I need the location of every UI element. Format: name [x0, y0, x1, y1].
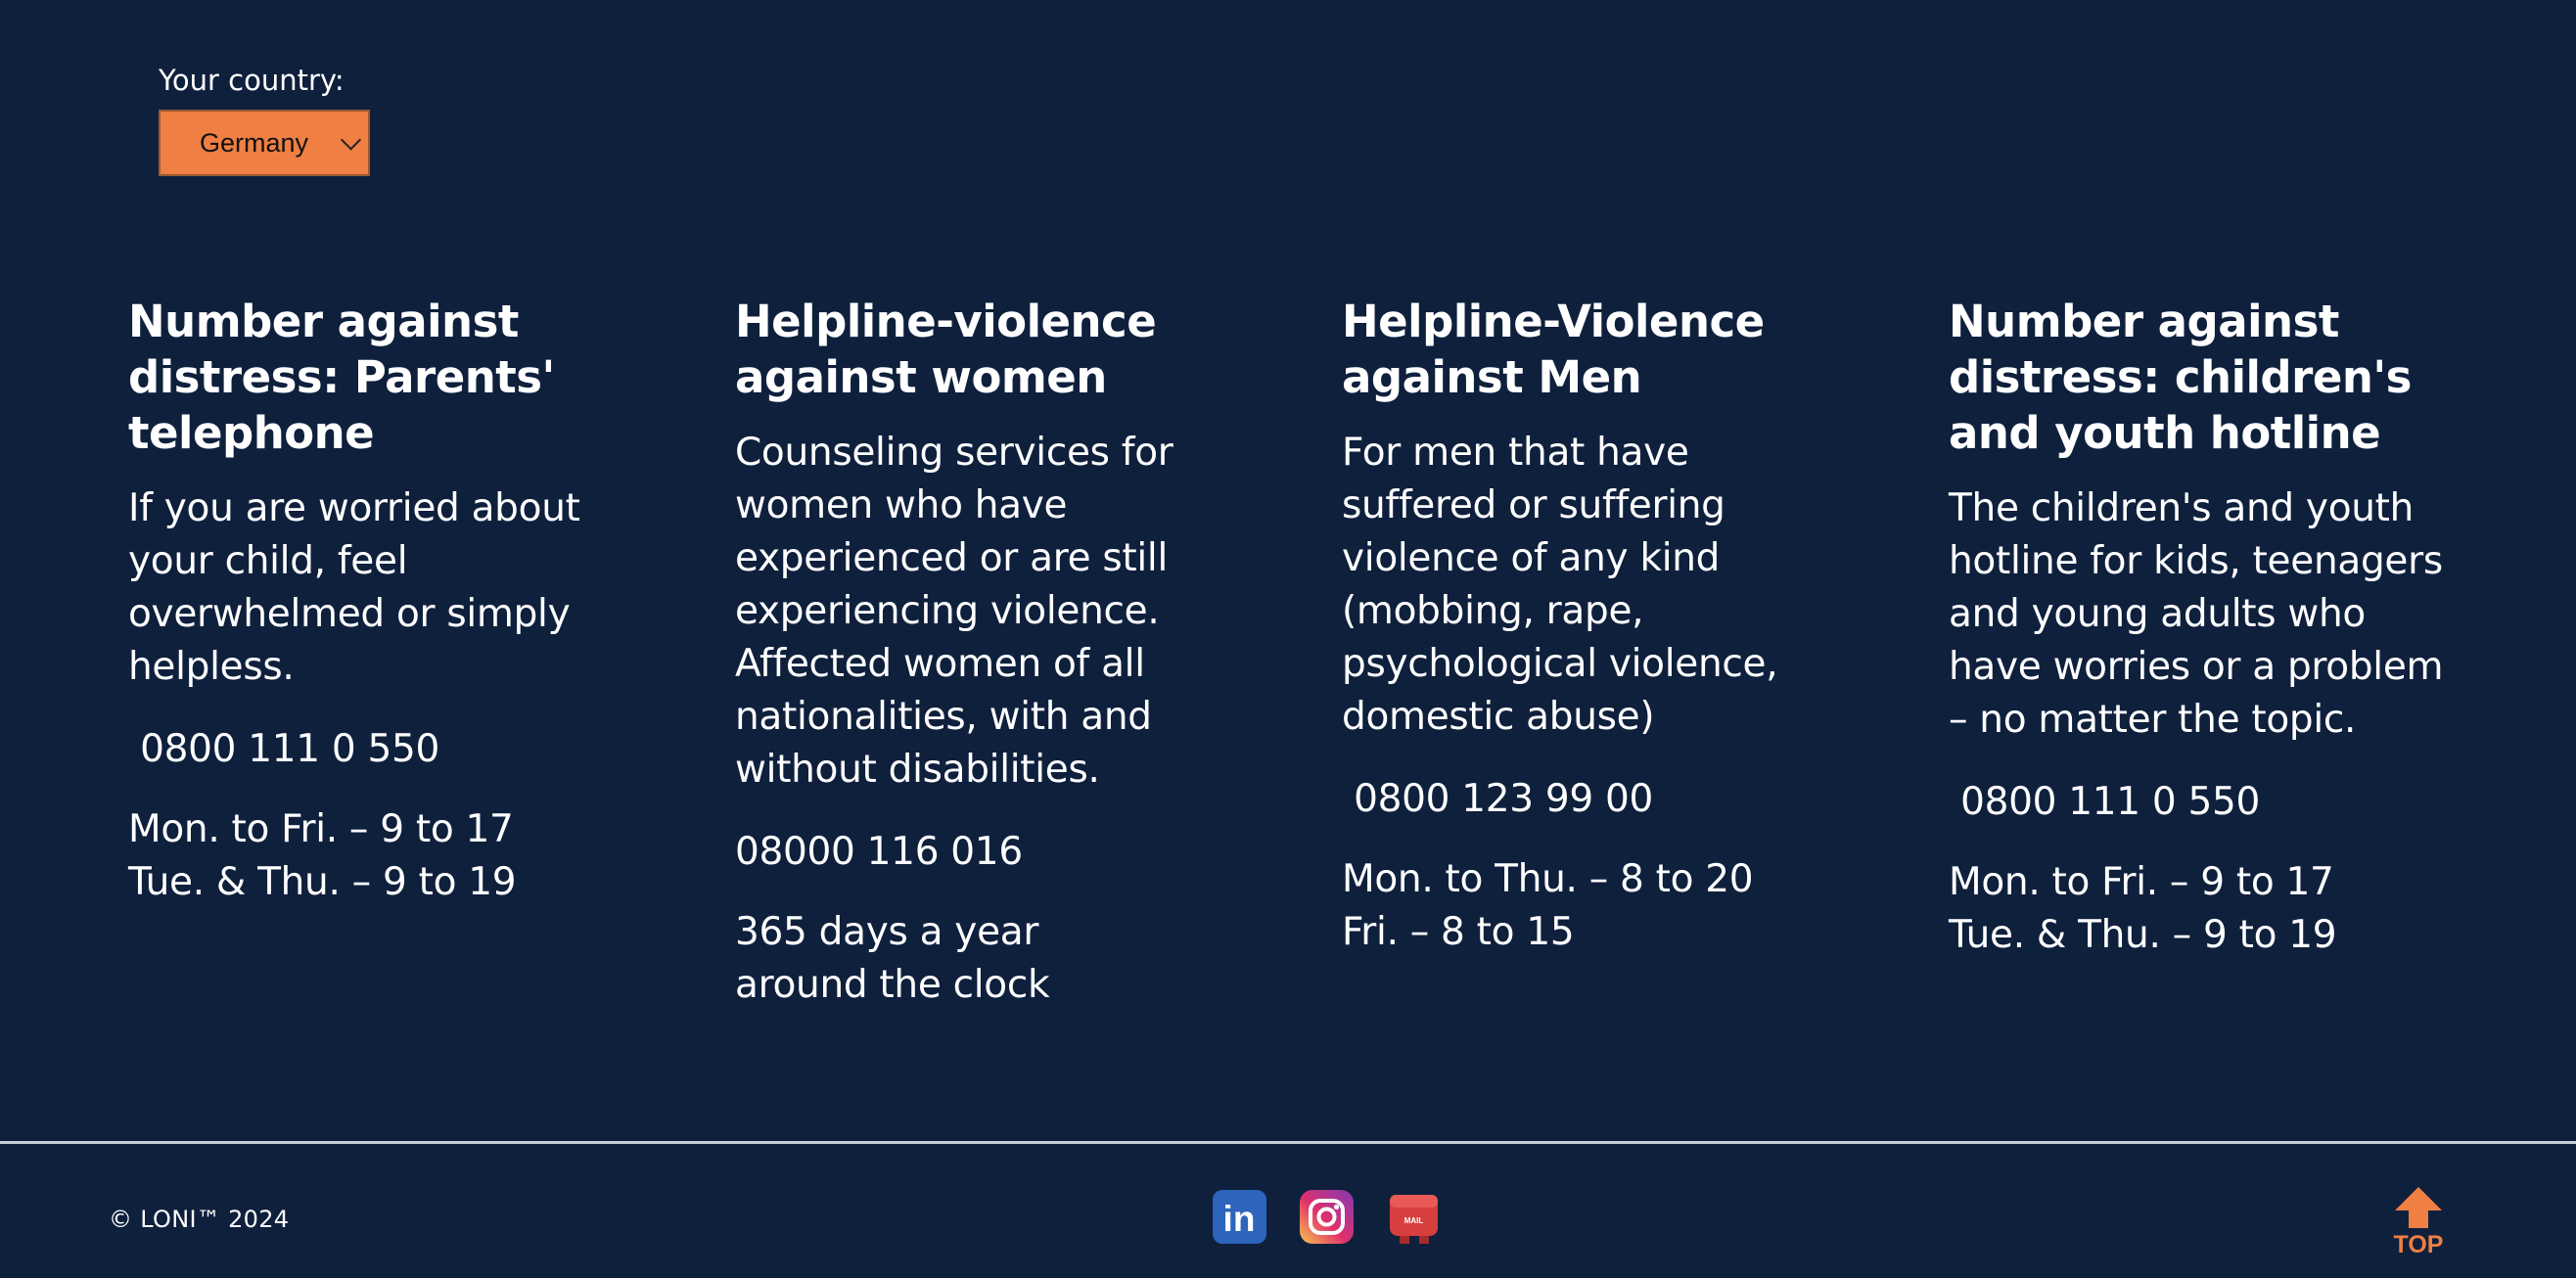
helpline-description: If you are worried about your child, fee…: [128, 482, 715, 694]
country-label: Your country:: [159, 64, 345, 97]
chevron-down-icon: [340, 129, 362, 151]
helpline-title: Helpline-violence against women: [735, 294, 1322, 405]
phone-number: 0800 111 0 550: [128, 727, 440, 771]
description-line: experienced or are still: [735, 536, 1168, 580]
hours-line: 365 days a year: [735, 910, 1039, 954]
copyright-text: © LONI™ 2024: [109, 1206, 290, 1233]
description-line: domestic abuse): [1342, 695, 1655, 739]
country-selector-block: Your country: Germany: [159, 61, 370, 176]
helpline-phone[interactable]: 0800 111 0 550: [128, 723, 715, 776]
hours-line: Tue. & Thu. – 9 to 19: [128, 860, 517, 904]
helpline-hours: 365 days a year around the clock: [735, 906, 1322, 1012]
helpline-description: The children's and youth hotline for kid…: [1949, 482, 2536, 747]
description-line: For men that have: [1342, 431, 1689, 475]
description-line: Counseling services for: [735, 431, 1173, 475]
helpline-card: Helpline-Violence against Men For men th…: [1342, 294, 1949, 1012]
description-line: – no matter the topic.: [1949, 698, 2357, 742]
helpline-title-line: against Men: [1342, 351, 1642, 403]
description-line: helpless.: [128, 645, 295, 689]
helpline-title: Number against distress: Parents' teleph…: [128, 294, 715, 461]
helpline-title-line: Number against: [128, 296, 519, 347]
country-select[interactable]: Germany: [159, 110, 370, 176]
hours-line: Tue. & Thu. – 9 to 19: [1949, 913, 2337, 957]
phone-number: 08000 116 016: [735, 830, 1023, 874]
helpline-title-line: telephone: [128, 407, 375, 459]
description-line: violence of any kind: [1342, 536, 1721, 580]
back-to-top-button[interactable]: TOP: [2388, 1183, 2449, 1257]
hours-line: Mon. to Fri. – 9 to 17: [128, 807, 514, 851]
description-line: have worries or a problem: [1949, 645, 2444, 689]
phone-number: 0800 111 0 550: [1949, 780, 2261, 824]
back-to-top-label: TOP: [2393, 1231, 2444, 1258]
description-line: overwhelmed or simply: [128, 592, 571, 636]
helpline-columns: Number against distress: Parents' teleph…: [128, 294, 2458, 1012]
country-select-value: Germany: [200, 127, 309, 158]
helpline-hours: Mon. to Thu. – 8 to 20 Fri. – 8 to 15: [1342, 853, 1929, 959]
hours-line: Fri. – 8 to 15: [1342, 910, 1575, 954]
helpline-hours: Mon. to Fri. – 9 to 17 Tue. & Thu. – 9 t…: [1949, 856, 2536, 962]
description-line: and young adults who: [1949, 592, 2366, 636]
phone-number: 0800 123 99 00: [1342, 777, 1654, 821]
helpline-phone[interactable]: 08000 116 016: [735, 826, 1322, 879]
hours-line: around the clock: [735, 963, 1050, 1007]
description-line: women who have: [735, 483, 1068, 527]
instagram-icon[interactable]: [1299, 1189, 1355, 1245]
helpline-title-line: Helpline-violence: [735, 296, 1157, 347]
social-links: in MAIL: [1212, 1189, 1442, 1245]
description-line: The children's and youth: [1949, 486, 2415, 530]
helpline-title-line: distress: children's: [1949, 351, 2412, 403]
description-line: psychological violence,: [1342, 642, 1778, 686]
mail-icon-label: MAIL: [1404, 1216, 1424, 1225]
description-line: nationalities, with and: [735, 695, 1152, 739]
helpline-description: For men that have suffered or suffering …: [1342, 427, 1929, 744]
description-line: hotline for kids, teenagers: [1949, 539, 2443, 583]
helpline-title-line: and youth hotline: [1949, 407, 2381, 459]
mail-icon[interactable]: MAIL: [1386, 1189, 1442, 1245]
hours-line: Mon. to Thu. – 8 to 20: [1342, 857, 1754, 901]
description-line: (mobbing, rape,: [1342, 589, 1644, 633]
linkedin-icon-glyph: in: [1223, 1199, 1256, 1239]
helpline-phone[interactable]: 0800 111 0 550: [1949, 776, 2536, 829]
description-line: Affected women of all: [735, 642, 1145, 686]
footer: © LONI™ 2024 in MAIL TOP: [0, 1144, 2576, 1278]
description-line: If you are worried about: [128, 486, 580, 530]
helpline-title: Number against distress: children's and …: [1949, 294, 2536, 461]
description-line: experiencing violence.: [735, 589, 1160, 633]
helpline-card: Helpline-violence against women Counseli…: [735, 294, 1342, 1012]
description-line: your child, feel: [128, 539, 408, 583]
hours-line: Mon. to Fri. – 9 to 17: [1949, 860, 2334, 904]
helpline-title-line: Helpline-Violence: [1342, 296, 1765, 347]
helpline-card: Number against distress: Parents' teleph…: [128, 294, 735, 1012]
description-line: without disabilities.: [735, 748, 1100, 792]
helpline-card: Number against distress: children's and …: [1949, 294, 2555, 1012]
helpline-title-line: against women: [735, 351, 1107, 403]
helpline-description: Counseling services for women who have e…: [735, 427, 1322, 797]
helpline-title-line: Number against: [1949, 296, 2339, 347]
linkedin-icon[interactable]: in: [1212, 1189, 1267, 1245]
helpline-title-line: distress: Parents': [128, 351, 555, 403]
helpline-phone[interactable]: 0800 123 99 00: [1342, 773, 1929, 826]
description-line: suffered or suffering: [1342, 483, 1725, 527]
helpline-hours: Mon. to Fri. – 9 to 17 Tue. & Thu. – 9 t…: [128, 803, 715, 909]
arrow-up-icon: [2395, 1187, 2442, 1228]
helpline-title: Helpline-Violence against Men: [1342, 294, 1929, 405]
